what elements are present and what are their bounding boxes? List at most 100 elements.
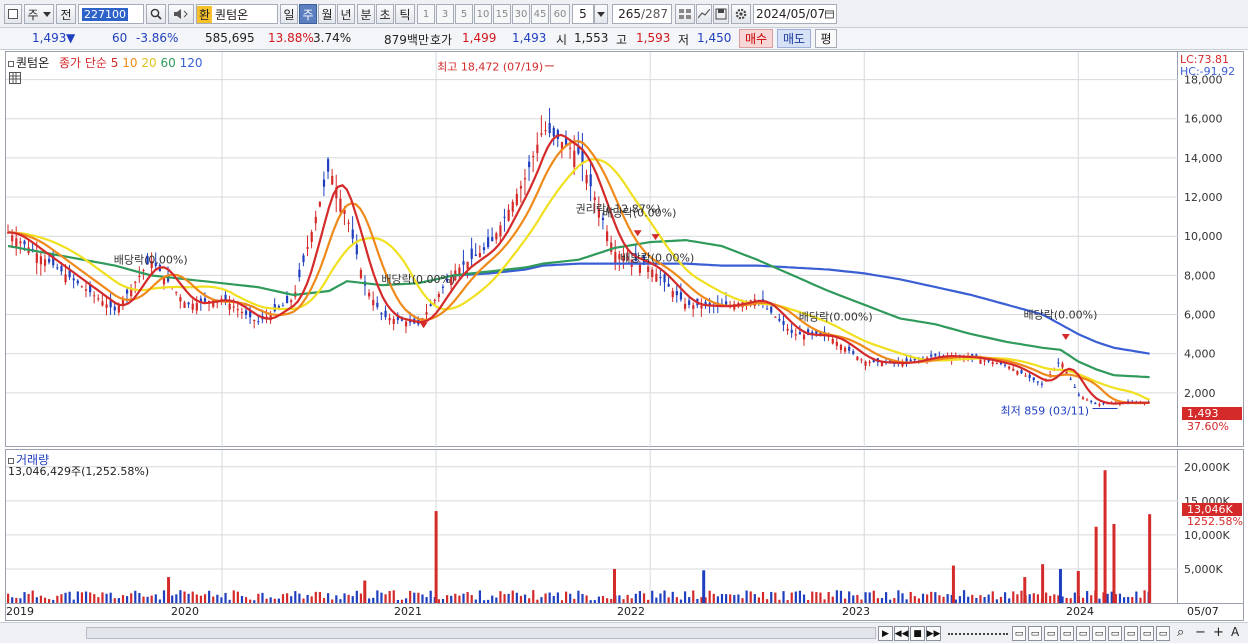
count-field[interactable]: 265/287 [612,4,672,24]
interval-45[interactable]: 45 [531,4,549,24]
period-day[interactable]: 일 [280,4,298,24]
stock-code-input[interactable]: 227100 [78,4,144,24]
volume-chart-svg[interactable] [6,450,1179,605]
ma60-label: 60 [160,56,176,70]
volume-bar [979,595,982,603]
volume-bar [1053,594,1056,603]
price-panel-name: 퀀텀온 [16,56,50,70]
grid-icon[interactable] [675,4,695,24]
scroll-right-icon[interactable]: ▶ [878,626,893,641]
rewind-icon[interactable]: ◀◀ [894,626,909,641]
period-minute[interactable]: 분 [357,4,375,24]
tool-icon-3[interactable]: ▭ [1044,626,1058,641]
interval-3[interactable]: 3 [436,4,454,24]
interval-15[interactable]: 15 [493,4,511,24]
chart-settings-icon[interactable] [4,4,22,24]
candle-body [683,303,687,309]
save-icon[interactable] [713,4,729,24]
candle-body [351,229,354,239]
candle-body [281,305,285,307]
volume-bar [823,599,826,603]
volume-bar [52,599,55,603]
period-month[interactable]: 월 [318,4,336,24]
interval-30[interactable]: 30 [512,4,530,24]
tool-icon-7[interactable]: ▭ [1108,626,1122,641]
interval-10[interactable]: 10 [474,4,492,24]
interval-input[interactable]: 5 [572,4,594,24]
candle-body [794,334,797,336]
magnifier-icon[interactable]: ⌕ [1177,625,1184,640]
candle-body [1020,370,1023,374]
candle-body [848,346,851,351]
volume-bar [281,594,285,603]
volume-bar [249,599,252,603]
price-chart-svg[interactable]: 최고 18,472 (07/19) 최저 859 (03/11) 배당락(0.00%… [6,52,1179,448]
interval-60[interactable]: 60 [550,4,570,24]
candle-body [191,303,194,310]
volume-bar [856,594,859,603]
font-size-icon[interactable]: A [1231,625,1239,639]
stop-icon[interactable]: ■ [910,626,925,641]
horizontal-scrollbar[interactable] [86,627,876,639]
candle-body [544,130,547,132]
table-icon[interactable] [9,72,21,84]
fast-forward-icon[interactable]: ▶▶ [926,626,941,641]
candle-body [179,297,182,302]
candle-body [327,159,330,172]
candle-body [470,248,473,259]
candle-body [499,225,502,237]
gear-icon[interactable] [731,4,751,24]
tool-icon-8[interactable]: ▭ [1124,626,1138,641]
candle-body [290,300,293,303]
volume-bar [626,594,629,603]
tool-icon-4[interactable]: ▭ [1060,626,1074,641]
toolbar: 주 전 227100 환 퀀텀온 일 주 월 년 분 초 틱 1 3 5 10 … [0,0,1248,28]
eval-button[interactable]: 평 [815,29,837,48]
tool-icon-2[interactable]: ▭ [1028,626,1042,641]
dividend-marker-2020: 배당락(0.00%) [381,273,455,286]
collapse-icon[interactable] [8,61,14,67]
volume-bar [1036,594,1040,603]
period-year[interactable]: 년 [337,4,355,24]
volume-bar [257,593,260,603]
tool-icon-5[interactable]: ▭ [1076,626,1090,641]
interval-1[interactable]: 1 [417,4,435,24]
x-axis: 2019 2020 2021 2022 2023 2024 05/07 [5,604,1244,621]
buy-button[interactable]: 매수 [739,29,773,48]
prev-button[interactable]: 전 [56,4,76,24]
candle-body [1028,374,1031,378]
tool-icon-10[interactable]: ▭ [1156,626,1170,641]
volume-bar [413,592,416,603]
zoom-out-icon[interactable]: − [1195,625,1206,640]
period-tick[interactable]: 틱 [395,4,415,24]
period-week[interactable]: 주 [299,4,317,24]
search-icon[interactable] [146,4,166,24]
candle-body [298,269,301,278]
candle-body [495,233,498,240]
chart-line-icon[interactable] [696,4,712,24]
candle-body [1061,363,1064,368]
chart-type-dropdown[interactable]: 주 [24,4,54,24]
zoom-in-icon[interactable]: + [1213,625,1224,640]
tool-icon-1[interactable]: ▭ [1012,626,1026,641]
volume-bar [741,598,744,603]
volume-bar [482,600,486,603]
tool-icon-6[interactable]: ▭ [1092,626,1106,641]
candle-body [700,305,703,309]
zoom-slider[interactable] [948,633,1008,635]
candle-body [1073,386,1076,388]
tool-icon-9[interactable]: ▭ [1140,626,1154,641]
period-second[interactable]: 초 [376,4,394,24]
interval-dropdown[interactable] [594,4,608,24]
speaker-icon[interactable] [168,4,194,24]
hc-label: HC:-91.92 [1180,65,1236,78]
volume-bar [294,591,297,603]
volume-bar [848,591,851,603]
volume-bar [958,596,962,603]
stock-name-field[interactable]: 환 퀀텀온 [196,4,278,24]
min-price-annotation: 최저 859 (03/11) [1000,404,1089,417]
date-picker[interactable]: 2024/05/07 [753,4,837,24]
interval-5[interactable]: 5 [455,4,473,24]
volume-bar [1032,593,1035,603]
sell-button[interactable]: 매도 [777,29,811,48]
